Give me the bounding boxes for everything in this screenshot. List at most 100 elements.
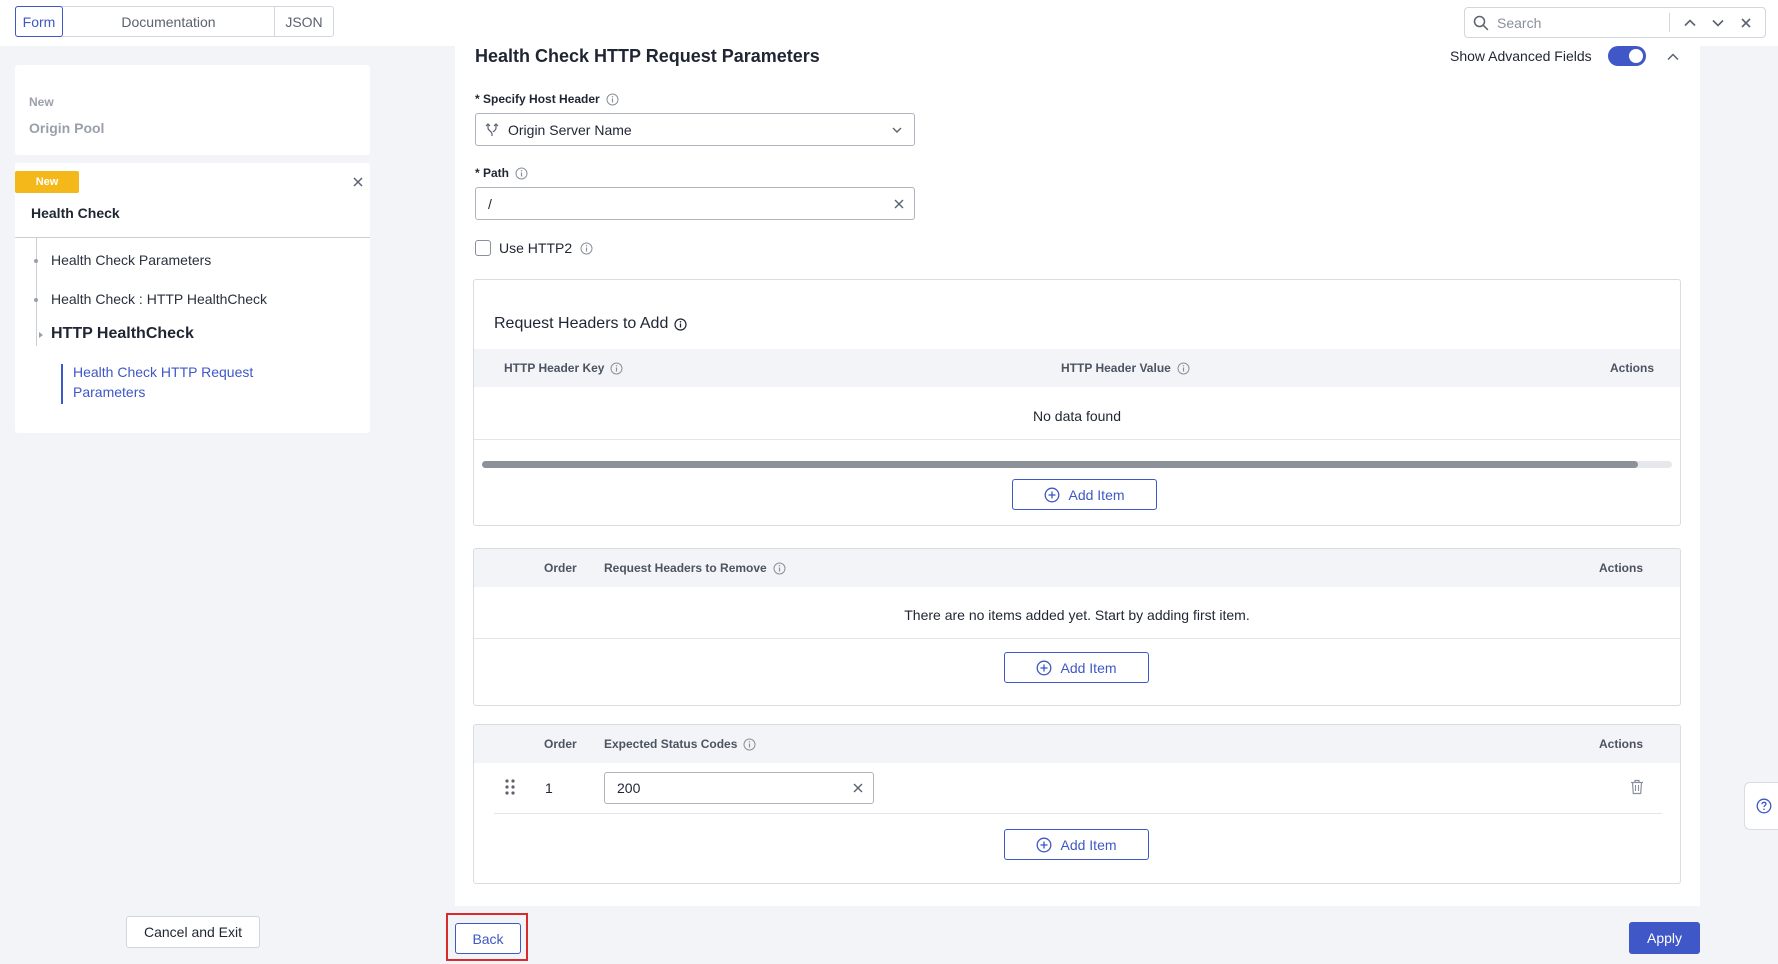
origin-pool-badge: New [29, 95, 54, 109]
add-item-label: Add Item [1060, 836, 1117, 853]
add-header-to-remove-button[interactable]: Add Item [1004, 652, 1149, 683]
request-headers-to-add-title: Request Headers to Add [494, 315, 687, 333]
expected-status-codes-group: Order Expected Status Codes Actions 1 20… [473, 724, 1681, 884]
group-title-text: Request Headers to Add [494, 315, 669, 332]
tree-item-http-healthcheck[interactable]: HTTP HealthCheck [51, 325, 194, 343]
origin-pool-title: Origin Pool [29, 120, 105, 136]
tab-documentation[interactable]: Documentation [63, 7, 275, 36]
tree-node-dot [34, 298, 38, 302]
column-header-key: HTTP Header Key [504, 361, 623, 375]
host-header-select[interactable]: Origin Server Name [475, 113, 915, 146]
column-header-order: Order [544, 561, 577, 575]
tree-node-dot [34, 259, 38, 263]
health-check-title: Health Check [31, 205, 120, 221]
trash-icon [1631, 779, 1643, 795]
drag-handle-icon[interactable] [504, 778, 516, 796]
horizontal-scrollbar[interactable] [482, 461, 1672, 468]
new-badge: New [15, 171, 79, 193]
clear-status-code-button[interactable] [843, 773, 873, 803]
host-header-label: * Specify Host Header [475, 92, 619, 106]
path-label-text: * Path [475, 166, 510, 180]
path-input[interactable] [476, 188, 884, 219]
tab-json[interactable]: JSON [275, 7, 333, 36]
health-check-card: New Health Check Health Check Parameters… [15, 163, 370, 433]
request-headers-to-add-group: Request Headers to Add HTTP Header Key H… [473, 279, 1681, 526]
tree-item-request-parameters[interactable]: Health Check HTTP Request Parameters [73, 362, 303, 402]
cancel-and-exit-button[interactable]: Cancel and Exit [126, 916, 260, 948]
chevron-down-icon [1712, 19, 1724, 27]
close-icon [1741, 17, 1751, 28]
add-header-button[interactable]: Add Item [1012, 479, 1157, 510]
status-code-input[interactable] [605, 773, 843, 803]
close-icon [353, 177, 363, 187]
scrollbar-thumb[interactable] [482, 461, 1638, 468]
info-icon [743, 738, 756, 750]
clear-path-button[interactable] [884, 188, 914, 219]
collapse-section-button[interactable] [1665, 49, 1681, 65]
table-header: HTTP Header Key HTTP Header Value Action… [474, 349, 1680, 387]
chevron-up-icon [1684, 18, 1696, 26]
divider [474, 638, 1680, 639]
info-icon [773, 562, 786, 574]
column-label: Request Headers to Remove [604, 561, 767, 575]
tab-form[interactable]: Form [15, 6, 63, 37]
add-item-label: Add Item [1060, 659, 1117, 676]
search-next-button[interactable] [1704, 8, 1732, 37]
column-header-actions: Actions [1610, 361, 1655, 375]
search-input[interactable] [1497, 9, 1667, 36]
top-bar: Form Documentation JSON [0, 0, 1778, 46]
origin-pool-card[interactable]: New Origin Pool [15, 65, 370, 155]
column-header-order: Order [544, 737, 577, 751]
search-close-button[interactable] [1732, 8, 1760, 37]
plus-circle-icon [1037, 837, 1052, 852]
chevron-down-icon [880, 124, 914, 136]
show-advanced-label: Show Advanced Fields [1450, 48, 1592, 64]
view-tabs: Form Documentation JSON [15, 6, 334, 37]
host-header-label-text: * Specify Host Header [475, 92, 600, 106]
main-panel: Health Check HTTP Request Parameters Sho… [455, 46, 1700, 906]
info-icon [610, 362, 623, 374]
use-http2-label: Use HTTP2 [499, 240, 573, 256]
divider [15, 237, 370, 238]
column-header-status-codes: Expected Status Codes [604, 737, 756, 751]
info-icon [580, 242, 593, 254]
help-icon [1756, 798, 1772, 814]
delete-row-button[interactable] [1628, 777, 1646, 797]
chevron-up-icon [1667, 53, 1679, 61]
column-header-headers-to-remove: Request Headers to Remove [604, 561, 786, 575]
search-box [1464, 7, 1766, 38]
column-header-actions: Actions [1599, 561, 1644, 575]
divider [494, 813, 1662, 814]
column-header-value: HTTP Header Value [1061, 361, 1190, 375]
apply-button[interactable]: Apply [1629, 922, 1700, 954]
merge-icon [476, 122, 508, 137]
search-prev-button[interactable] [1676, 8, 1704, 37]
path-label: * Path [475, 166, 528, 180]
tree-item-http-healthcheck-choice[interactable]: Health Check : HTTP HealthCheck [51, 291, 267, 307]
info-icon [515, 167, 528, 179]
add-status-code-button[interactable]: Add Item [1004, 829, 1149, 860]
use-http2-row: Use HTTP2 [475, 240, 593, 256]
search-icon [1465, 8, 1497, 37]
use-http2-checkbox[interactable] [475, 240, 491, 256]
back-button[interactable]: Back [455, 923, 521, 954]
active-indicator [61, 364, 63, 404]
close-card-button[interactable] [349, 173, 367, 191]
path-field [475, 187, 915, 220]
tree-item-health-check-parameters[interactable]: Health Check Parameters [51, 252, 211, 268]
close-icon [853, 783, 863, 793]
row-order: 1 [545, 780, 553, 796]
show-advanced-toggle[interactable] [1608, 46, 1646, 66]
tree-line [36, 238, 37, 346]
section-title: Health Check HTTP Request Parameters [475, 46, 820, 66]
host-header-value: Origin Server Name [508, 121, 632, 138]
plus-circle-icon [1045, 487, 1060, 502]
column-label: HTTP Header Value [1061, 361, 1171, 375]
caret-right-icon [39, 332, 43, 338]
add-item-label: Add Item [1068, 486, 1125, 503]
divider [474, 439, 1680, 440]
info-icon [1177, 362, 1190, 374]
empty-message: No data found [1033, 408, 1121, 424]
help-button[interactable] [1744, 782, 1778, 830]
table-header: Order Request Headers to Remove Actions [474, 549, 1680, 587]
